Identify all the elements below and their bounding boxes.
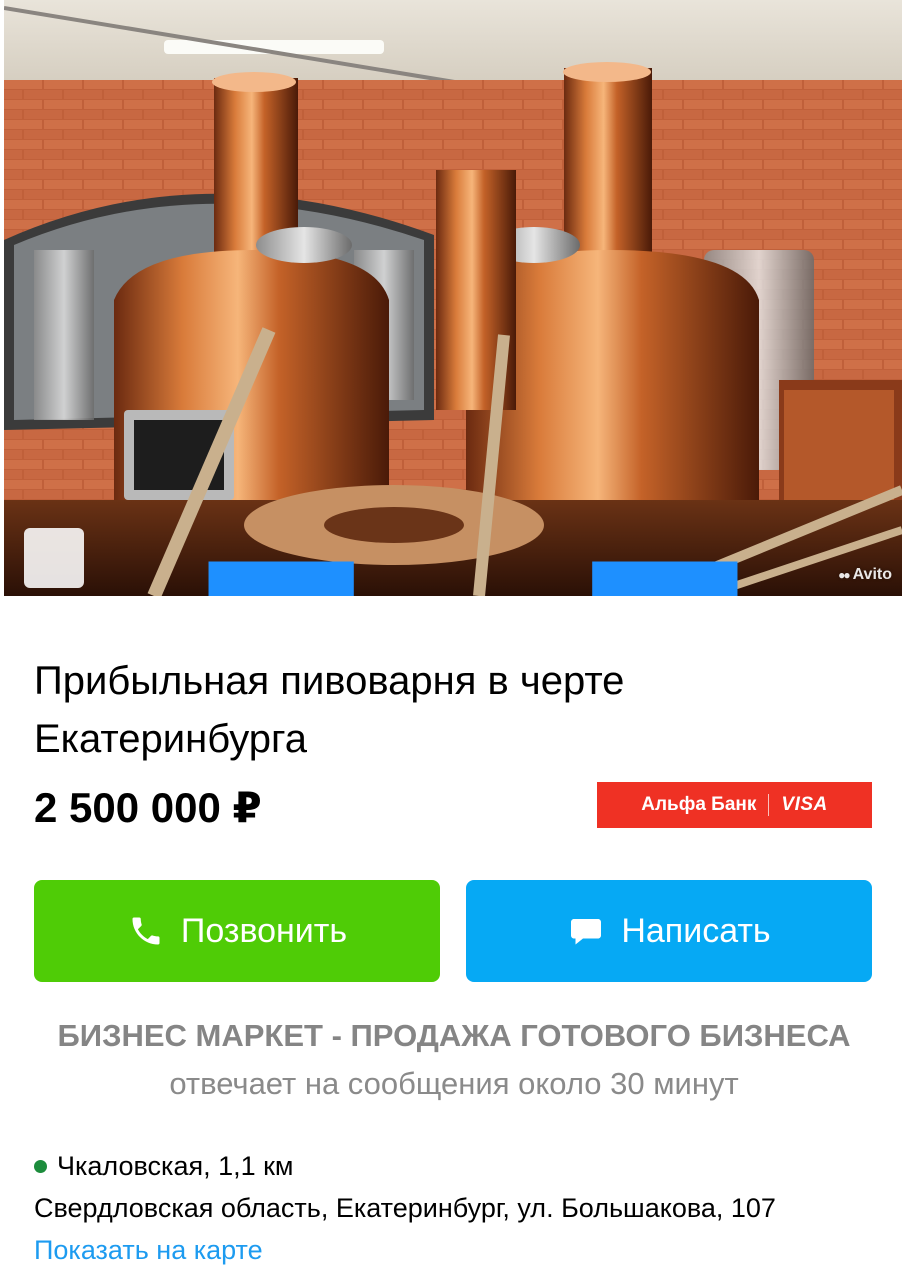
watermark-text: Avito [852,566,892,583]
call-button-label: Позвонить [180,911,348,950]
avito-logo-icon: ●● [838,568,850,582]
avito-watermark: ●● Avito [838,566,892,584]
chat-bubble-icon [567,912,605,950]
alfa-bank-banner[interactable]: Альфа Банк VISA [597,782,872,828]
brewery-photo-illustration [4,0,902,596]
listing-page: ●● Avito Прибыльная пивоварня в черте Ек… [0,0,906,1280]
seller-name[interactable]: БИЗНЕС МАРКЕТ - ПРОДАЖА ГОТОВОГО БИЗНЕСА [58,1018,851,1053]
listing-title: Прибыльная пивоварня в черте Екатеринбур… [34,659,625,761]
metro-text: Чкаловская, 1,1 км [57,1151,294,1181]
metro-station: Чкаловская, 1,1 км [34,1146,294,1186]
seller-response-time: отвечает на сообщения около 30 минут [169,1066,739,1101]
address: Свердловская область, Екатеринбург, ул. … [34,1193,776,1223]
bank-name: Альфа Банк [641,794,757,815]
gallery-button[interactable] [24,528,738,596]
card-brand: VISA [781,794,828,815]
phone-icon [127,912,165,950]
expand-gallery-icon [208,561,738,596]
call-button[interactable]: Позвонить [34,880,440,982]
listing-photo[interactable]: ●● Avito [4,0,902,596]
write-message-button[interactable]: Написать [466,880,872,982]
metro-line-icon [34,1159,47,1173]
show-on-map-link[interactable]: Показать на карте [34,1230,263,1270]
write-button-label: Написать [621,911,771,950]
listing-price: 2 500 000 ₽ [34,784,262,831]
seller-info: БИЗНЕС МАРКЕТ - ПРОДАЖА ГОТОВОГО БИЗНЕСА… [34,1012,874,1108]
banner-divider [768,794,770,816]
